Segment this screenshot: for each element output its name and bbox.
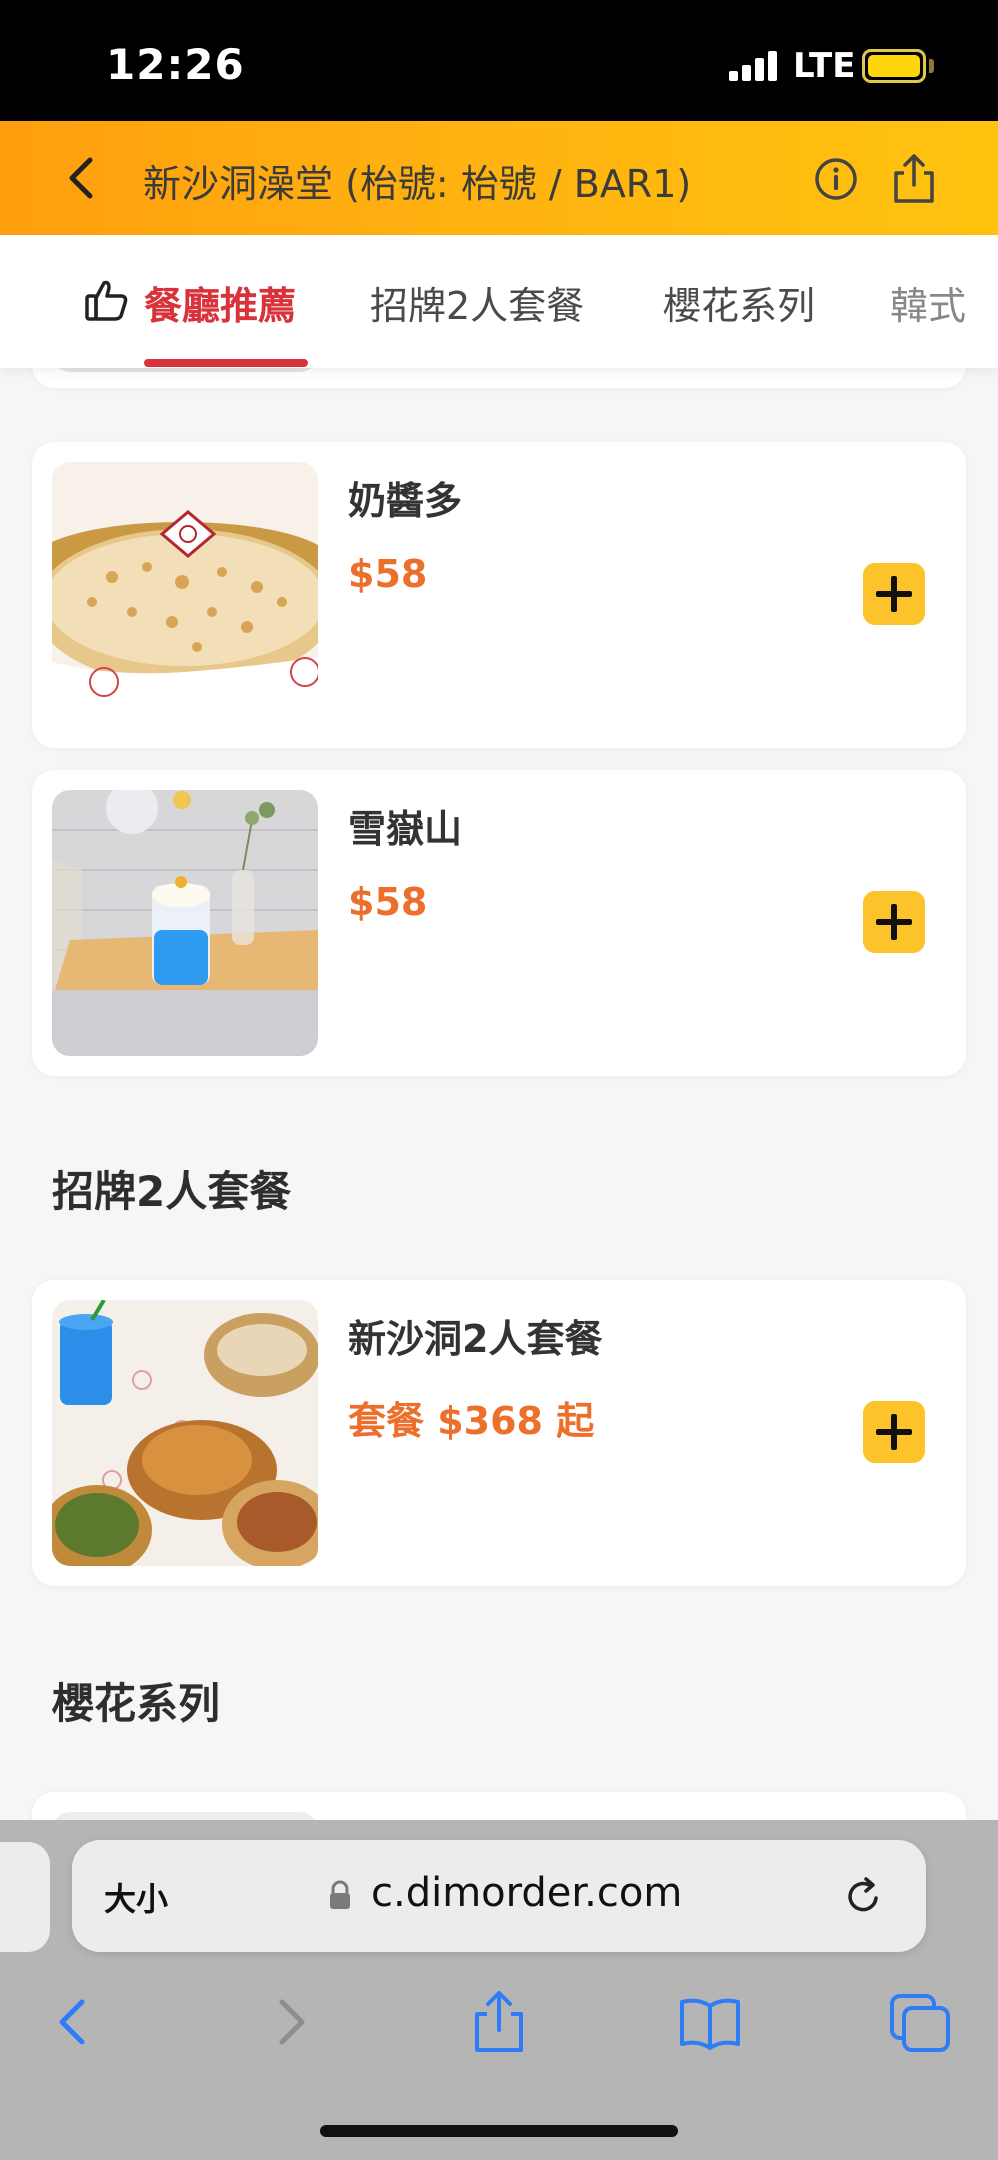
dish-photo [52, 790, 318, 1056]
chevron-left-icon [69, 157, 93, 199]
home-indicator [320, 2125, 678, 2137]
info-button[interactable] [812, 155, 860, 203]
thumbs-up-icon [84, 277, 130, 323]
menu-item-card[interactable]: 雪嶽山 $58 [32, 770, 966, 1076]
item-name: 奶醬多 [348, 479, 463, 523]
browser-forward-button[interactable] [258, 1990, 322, 2054]
item-price: 套餐 $368 起 [348, 1399, 595, 1443]
item-price: $58 [348, 880, 428, 924]
bookmarks-button[interactable] [678, 1990, 742, 2054]
add-to-cart-button[interactable] [863, 563, 925, 625]
menu-list: 奶醬多 $58 雪嶽山 $58 招牌2人套餐 新沙洞2人套餐 套餐 $368 起… [0, 368, 998, 1820]
menu-item-card[interactable]: 新沙洞2人套餐 套餐 $368 起 [32, 1280, 966, 1586]
tabs-button[interactable] [888, 1990, 952, 2054]
item-price: $58 [348, 552, 428, 596]
active-tab-indicator [144, 359, 308, 367]
chevron-right-icon [279, 1999, 305, 2045]
tabs-icon [890, 1994, 950, 2052]
address-bar[interactable]: 大小 c.dimorder.com [72, 1840, 926, 1952]
battery-tip [929, 59, 934, 73]
item-name: 新沙洞2人套餐 [348, 1317, 603, 1361]
chevron-left-icon [59, 1999, 85, 2045]
reload-button[interactable] [842, 1874, 886, 1918]
dish-photo [52, 1300, 318, 1566]
category-tabs: 餐廳推薦 招牌2人套餐 櫻花系列 韓式 [0, 235, 998, 368]
menu-item-card[interactable] [32, 368, 966, 388]
tab-signature-set[interactable]: 招牌2人套餐 [370, 275, 584, 330]
battery-icon [862, 49, 926, 83]
share-icon [475, 1991, 523, 2052]
browser-back-button[interactable] [42, 1990, 106, 2054]
dish-photo [52, 1812, 318, 1820]
restaurant-title: 新沙洞澡堂 (枱號: 枱號 / BAR1) [143, 162, 692, 206]
share-button[interactable] [890, 151, 938, 205]
section-title-signature-set: 招牌2人套餐 [52, 1167, 292, 1216]
add-to-cart-button[interactable] [863, 891, 925, 953]
book-icon [680, 1998, 740, 2050]
dish-photo [52, 462, 318, 728]
app-header: 新沙洞澡堂 (枱號: 枱號 / BAR1) [0, 121, 998, 235]
menu-item-card[interactable] [32, 1792, 966, 1820]
text-size-button[interactable]: 大小 [104, 1874, 168, 1920]
tab-recommended[interactable]: 餐廳推薦 [144, 275, 296, 330]
tab-sakura-series[interactable]: 櫻花系列 [663, 275, 815, 330]
back-button[interactable] [58, 146, 108, 210]
share-icon [894, 154, 934, 203]
menu-item-card[interactable]: 奶醬多 $58 [32, 442, 966, 748]
url-text[interactable]: c.dimorder.com [371, 1870, 682, 1916]
network-type: LTE [793, 46, 856, 86]
item-name: 雪嶽山 [348, 807, 463, 851]
status-bar: 12:26 LTE [0, 0, 998, 121]
browser-share-button[interactable] [467, 1990, 531, 2054]
add-to-cart-button[interactable] [863, 1401, 925, 1463]
lock-icon [328, 1880, 352, 1910]
status-time: 12:26 [106, 40, 245, 89]
dish-photo [52, 368, 318, 372]
cellular-signal-icon [729, 49, 779, 81]
tab-korean[interactable]: 韓式 [890, 275, 966, 330]
reload-icon [848, 1877, 878, 1912]
previous-tab-preview[interactable] [0, 1842, 50, 1952]
info-icon [815, 158, 857, 200]
section-title-sakura-series: 櫻花系列 [52, 1679, 221, 1728]
browser-toolbar: 大小 c.dimorder.com [0, 1820, 998, 2160]
